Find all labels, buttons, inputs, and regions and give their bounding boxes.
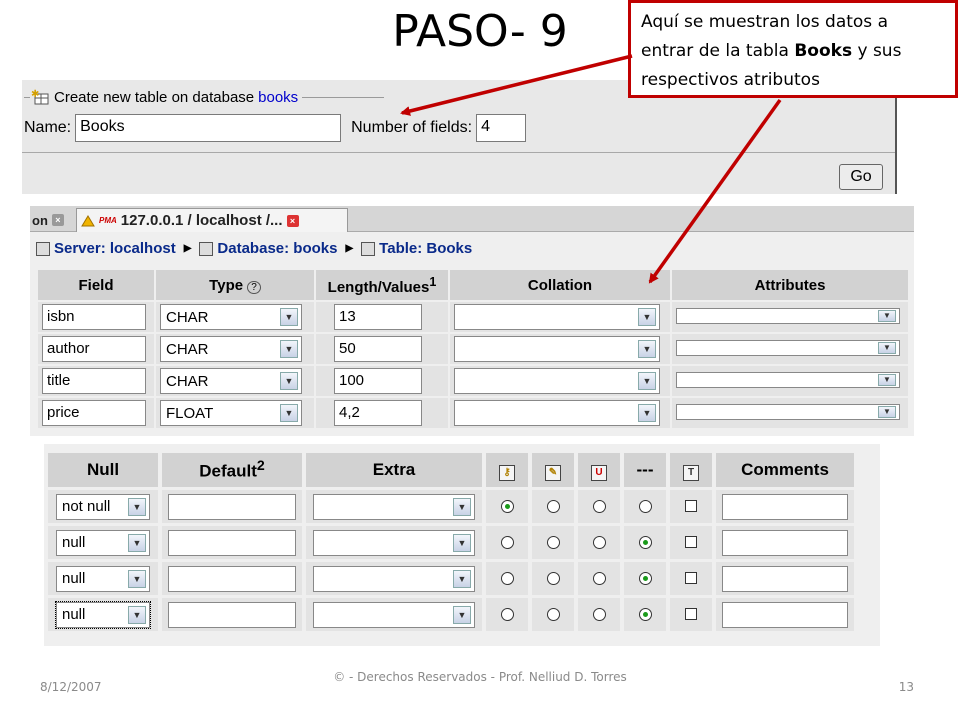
arrow-to-create-panel xyxy=(400,54,633,116)
footer-date: 8/12/2007 xyxy=(40,680,102,694)
footer-copyright: © - Derechos Reservados - Prof. Nelliud … xyxy=(333,670,627,684)
page-number: 13 xyxy=(898,680,914,694)
annotation-arrows xyxy=(400,54,782,284)
arrow-to-fields-table xyxy=(648,98,782,284)
